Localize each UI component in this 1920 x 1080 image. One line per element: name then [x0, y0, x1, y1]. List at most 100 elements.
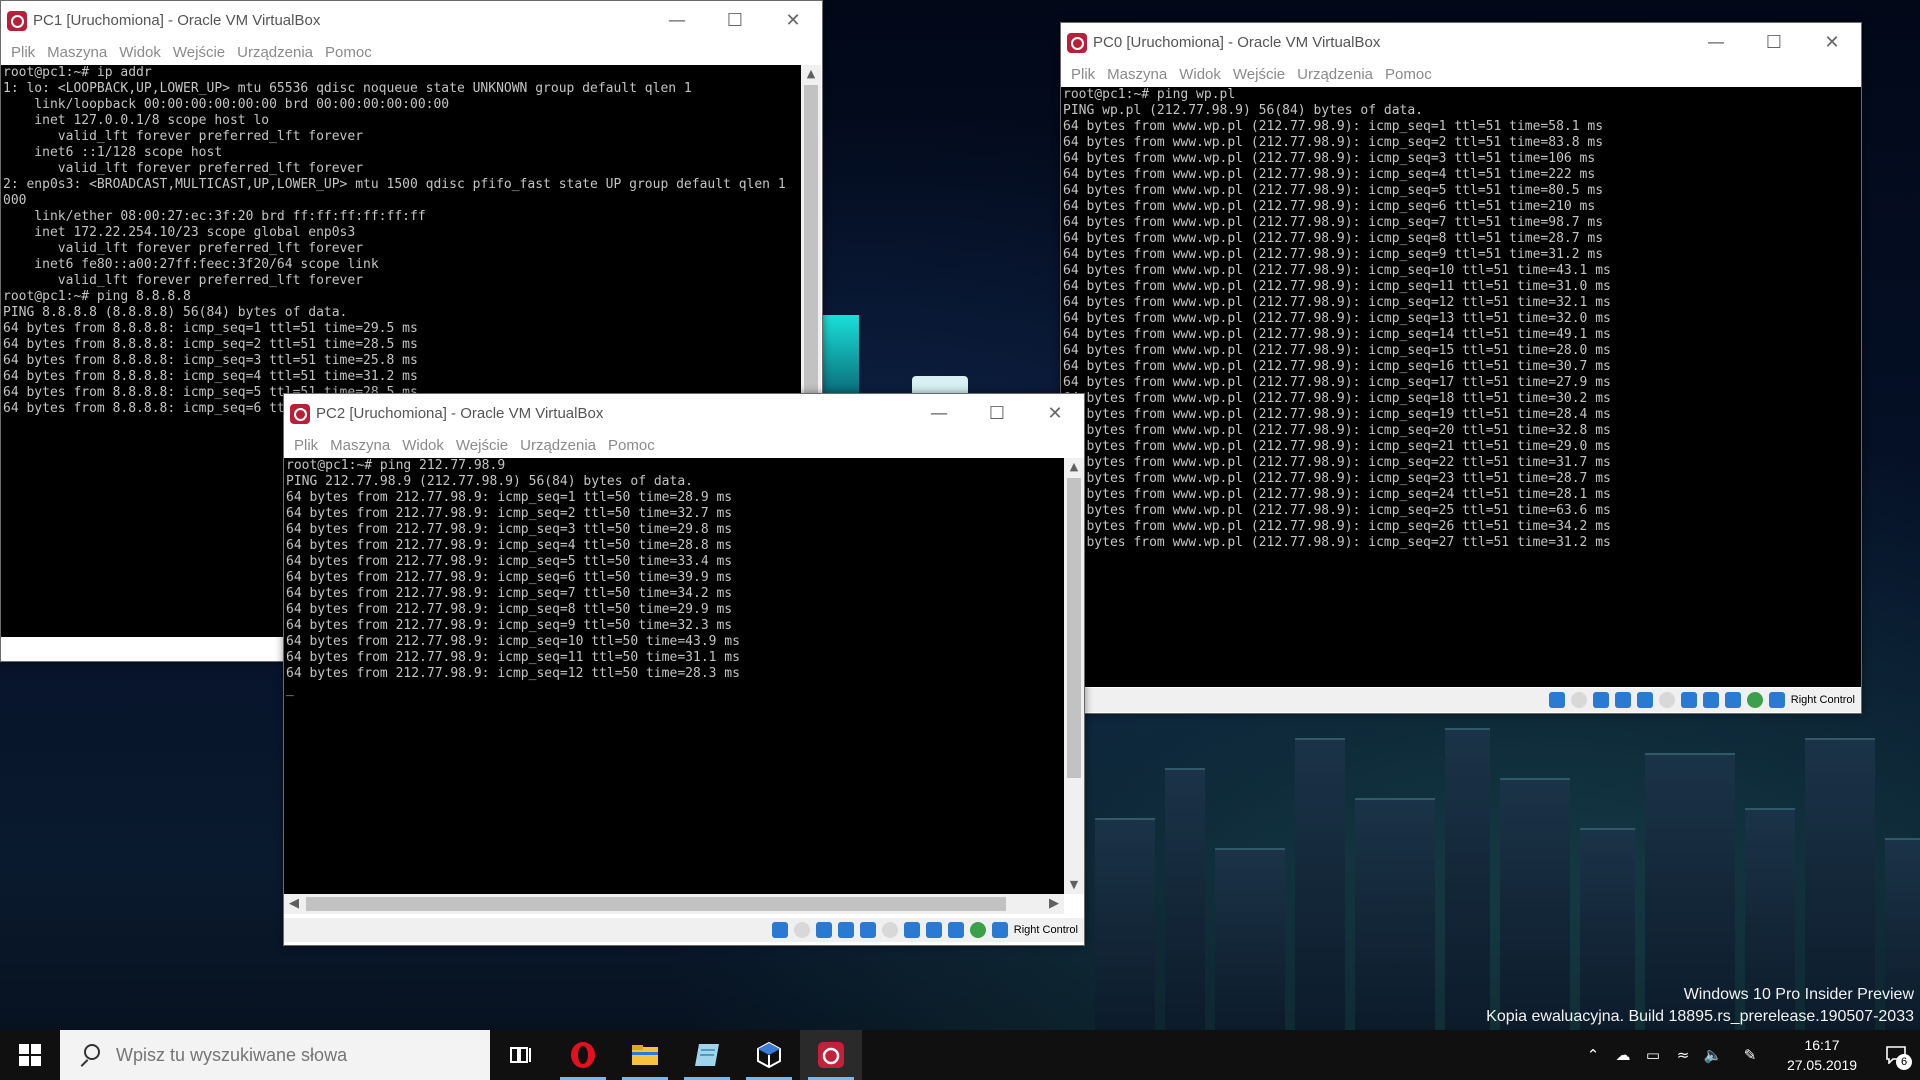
scroll-down-arrow[interactable]: ▼	[1064, 876, 1084, 894]
action-center-button[interactable]: 6	[1872, 1030, 1920, 1080]
scroll-thumb[interactable]	[1067, 478, 1081, 778]
maximize-button[interactable]: ☐	[706, 1, 764, 40]
search-input[interactable]	[114, 1043, 478, 1067]
display-icon[interactable]	[903, 922, 920, 938]
clock-time: 16:17	[1804, 1037, 1840, 1053]
menu-wejscie[interactable]: Wejście	[1231, 66, 1287, 83]
wifi-icon[interactable]: ≈	[1668, 1030, 1698, 1080]
shared-folders-icon[interactable]	[881, 922, 898, 938]
network-icon[interactable]	[1614, 692, 1631, 708]
scroll-up-arrow[interactable]: ▲	[1064, 458, 1084, 476]
task-view-button[interactable]	[490, 1030, 552, 1080]
scroll-thumb[interactable]	[306, 897, 1006, 911]
menu-urzadzenia[interactable]: Urządzenia	[235, 44, 315, 61]
onedrive-icon[interactable]: ☁	[1608, 1030, 1638, 1080]
clock[interactable]: 16:17 27.05.2019	[1772, 1035, 1872, 1075]
taskbar-file-explorer[interactable]	[614, 1030, 676, 1080]
menu-wejscie[interactable]: Wejście	[171, 44, 227, 61]
taskbar-virtualbox-vm[interactable]	[800, 1030, 862, 1080]
minimize-button[interactable]: —	[648, 1, 706, 40]
menu-pomoc[interactable]: Pomoc	[323, 44, 374, 61]
window-title: PC1 [Uruchomiona] - Oracle VM VirtualBox	[33, 12, 321, 29]
menu-pomoc[interactable]: Pomoc	[1383, 66, 1434, 83]
battery-icon[interactable]: ▭	[1638, 1030, 1668, 1080]
menu-bar: Plik Maszyna Widok Wejście Urządzenia Po…	[1, 40, 822, 64]
chevron-up-icon[interactable]: ⌃	[1578, 1030, 1608, 1080]
hard-disk-icon[interactable]	[1548, 692, 1565, 708]
horizontal-scrollbar[interactable]: ◀ ▶	[284, 894, 1064, 914]
maximize-button[interactable]: ☐	[968, 394, 1026, 433]
start-button[interactable]	[0, 1030, 60, 1080]
usb-icon[interactable]	[1636, 692, 1653, 708]
window-titlebar[interactable]: PC2 [Uruchomiona] - Oracle VM VirtualBox…	[284, 394, 1084, 433]
audio-icon[interactable]	[815, 922, 832, 938]
optical-drive-icon[interactable]	[1570, 692, 1587, 708]
window-title: PC2 [Uruchomiona] - Oracle VM VirtualBox	[316, 405, 604, 422]
menu-maszyna[interactable]: Maszyna	[45, 44, 109, 61]
host-key-label: Right Control	[1790, 694, 1855, 706]
vm-console[interactable]: root@pc1:~# ping wp.pl PING wp.pl (212.7…	[1061, 87, 1861, 687]
mouse-integration-icon[interactable]	[991, 922, 1008, 938]
window-pc0[interactable]: PC0 [Uruchomiona] - Oracle VM VirtualBox…	[1060, 22, 1862, 714]
hard-disk-icon[interactable]	[771, 922, 788, 938]
menu-widok[interactable]: Widok	[117, 44, 163, 61]
window-pc2[interactable]: PC2 [Uruchomiona] - Oracle VM VirtualBox…	[283, 393, 1085, 946]
scroll-left-arrow[interactable]: ◀	[284, 894, 304, 914]
wallpaper-tower	[823, 315, 859, 395]
vt-x-icon[interactable]	[1724, 692, 1741, 708]
guest-additions-icon[interactable]	[969, 922, 986, 938]
pen-icon[interactable]: ✎	[1728, 1030, 1772, 1080]
virtualbox-icon	[757, 1041, 781, 1069]
vt-x-icon[interactable]	[947, 922, 964, 938]
search-box[interactable]	[60, 1030, 490, 1080]
audio-icon[interactable]	[1592, 692, 1609, 708]
taskbar-virtualbox[interactable]	[738, 1030, 800, 1080]
virtualbox-icon	[1067, 32, 1087, 53]
menu-maszyna[interactable]: Maszyna	[328, 437, 392, 454]
minimize-button[interactable]: —	[910, 394, 968, 433]
window-titlebar[interactable]: PC0 [Uruchomiona] - Oracle VM VirtualBox…	[1061, 23, 1861, 62]
recording-icon[interactable]	[1702, 692, 1719, 708]
close-button[interactable]: ✕	[764, 1, 822, 40]
clock-date: 27.05.2019	[1786, 1057, 1858, 1073]
menu-widok[interactable]: Widok	[1177, 66, 1223, 83]
menu-plik[interactable]: Plik	[9, 44, 37, 61]
network-icon[interactable]	[837, 922, 854, 938]
maximize-button[interactable]: ☐	[1745, 23, 1803, 62]
vm-status-bar: Right Control	[1061, 688, 1861, 712]
recording-icon[interactable]	[925, 922, 942, 938]
guest-additions-icon[interactable]	[1746, 692, 1763, 708]
taskbar-notepad[interactable]	[676, 1030, 738, 1080]
windows-logo-icon	[19, 1044, 41, 1066]
system-tray: ⌃ ☁ ▭ ≈ 🔈 ✎ 16:17 27.05.2019 6	[1578, 1030, 1920, 1080]
mouse-integration-icon[interactable]	[1768, 692, 1785, 708]
scroll-up-arrow[interactable]: ▲	[801, 65, 821, 83]
watermark-build: Kopia ewaluacyjna. Build 18895.rs_prerel…	[1486, 1008, 1914, 1025]
close-button[interactable]: ✕	[1026, 394, 1084, 433]
display-icon[interactable]	[1680, 692, 1697, 708]
menu-plik[interactable]: Plik	[292, 437, 320, 454]
shared-folders-icon[interactable]	[1658, 692, 1675, 708]
window-titlebar[interactable]: PC1 [Uruchomiona] - Oracle VM VirtualBox…	[1, 1, 822, 40]
vm-status-bar: Right Control	[284, 918, 1084, 942]
virtualbox-icon	[290, 403, 310, 424]
menu-maszyna[interactable]: Maszyna	[1105, 66, 1169, 83]
taskbar-opera[interactable]	[552, 1030, 614, 1080]
menu-pomoc[interactable]: Pomoc	[606, 437, 657, 454]
optical-drive-icon[interactable]	[793, 922, 810, 938]
menu-wejscie[interactable]: Wejście	[454, 437, 510, 454]
volume-icon[interactable]: 🔈	[1698, 1030, 1728, 1080]
menu-plik[interactable]: Plik	[1069, 66, 1097, 83]
close-button[interactable]: ✕	[1803, 23, 1861, 62]
window-title: PC0 [Uruchomiona] - Oracle VM VirtualBox	[1093, 34, 1381, 51]
usb-icon[interactable]	[859, 922, 876, 938]
vm-console[interactable]: root@pc1:~# ping 212.77.98.9 PING 212.77…	[284, 458, 1064, 894]
minimize-button[interactable]: —	[1687, 23, 1745, 62]
vertical-scrollbar[interactable]: ▲ ▼	[1064, 458, 1084, 894]
menu-urzadzenia[interactable]: Urządzenia	[1295, 66, 1375, 83]
scroll-right-arrow[interactable]: ▶	[1044, 894, 1064, 914]
virtualbox-vm-icon	[818, 1042, 844, 1068]
menu-urzadzenia[interactable]: Urządzenia	[518, 437, 598, 454]
host-key-label: Right Control	[1013, 924, 1078, 936]
menu-widok[interactable]: Widok	[400, 437, 446, 454]
